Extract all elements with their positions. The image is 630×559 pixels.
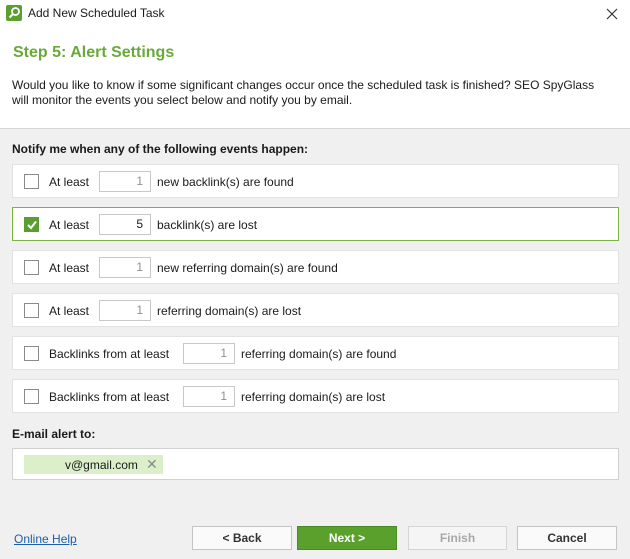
alert-settings-panel: Notify me when any of the following even… xyxy=(0,129,630,510)
event-checkbox-checked[interactable] xyxy=(24,217,39,232)
wizard-header: Step 5: Alert Settings Would you like to… xyxy=(0,28,630,129)
step-description: Would you like to know if some significa… xyxy=(12,78,595,107)
email-recipient-chip: v@gmail.com ✕ xyxy=(24,455,163,474)
event-prefix: At least xyxy=(49,175,90,189)
event-prefix: Backlinks from at least xyxy=(49,347,170,361)
event-checkbox[interactable] xyxy=(24,303,39,318)
events-label: Notify me when any of the following even… xyxy=(12,142,309,156)
event-row-domains-lost: At least 1 referring domain(s) are lost xyxy=(12,293,619,327)
event-suffix: backlink(s) are lost xyxy=(157,218,258,232)
event-prefix: At least xyxy=(49,218,90,232)
title-bar: Add New Scheduled Task xyxy=(0,0,630,28)
event-threshold-input[interactable]: 1 xyxy=(99,300,151,321)
remove-recipient-icon[interactable]: ✕ xyxy=(146,456,158,473)
event-row-new-backlinks-found: At least 1 new backlink(s) are found xyxy=(12,164,619,198)
event-threshold-input[interactable]: 1 xyxy=(99,257,151,278)
event-prefix: At least xyxy=(49,261,90,275)
event-threshold-input[interactable]: 1 xyxy=(99,171,151,192)
event-threshold-input[interactable]: 5 xyxy=(99,214,151,235)
event-suffix: referring domain(s) are lost xyxy=(241,390,386,404)
event-threshold-input[interactable]: 1 xyxy=(183,343,235,364)
email-label: E-mail alert to: xyxy=(12,427,96,441)
event-suffix: referring domain(s) are lost xyxy=(157,304,302,318)
back-button[interactable]: < Back xyxy=(192,526,292,550)
event-suffix: referring domain(s) are found xyxy=(241,347,397,361)
event-row-backlinks-lost: At least 5 backlink(s) are lost xyxy=(12,207,619,241)
close-icon[interactable] xyxy=(594,0,630,28)
next-button[interactable]: Next > xyxy=(297,526,397,550)
online-help-link[interactable]: Online Help xyxy=(14,532,77,546)
event-threshold-input[interactable]: 1 xyxy=(183,386,235,407)
event-checkbox[interactable] xyxy=(24,389,39,404)
event-checkbox[interactable] xyxy=(24,346,39,361)
event-row-backlinks-from-domains-found: Backlinks from at least 1 referring doma… xyxy=(12,336,619,370)
app-icon xyxy=(6,5,22,21)
email-recipient: v@gmail.com xyxy=(65,458,138,472)
email-recipients-field[interactable]: v@gmail.com ✕ xyxy=(12,448,619,480)
event-prefix: Backlinks from at least xyxy=(49,390,170,404)
event-suffix: new referring domain(s) are found xyxy=(157,261,338,275)
event-suffix: new backlink(s) are found xyxy=(157,175,294,189)
event-checkbox[interactable] xyxy=(24,174,39,189)
event-checkbox[interactable] xyxy=(24,260,39,275)
finish-button[interactable]: Finish xyxy=(408,526,507,550)
event-row-backlinks-from-domains-lost: Backlinks from at least 1 referring doma… xyxy=(12,379,619,413)
checkmark-icon xyxy=(27,220,37,230)
window-title: Add New Scheduled Task xyxy=(28,6,165,20)
event-prefix: At least xyxy=(49,304,90,318)
event-row-new-domains-found: At least 1 new referring domain(s) are f… xyxy=(12,250,619,284)
step-title: Step 5: Alert Settings xyxy=(13,44,175,61)
cancel-button[interactable]: Cancel xyxy=(517,526,617,550)
wizard-footer: Online Help < Back Next > Finish Cancel xyxy=(0,510,630,559)
